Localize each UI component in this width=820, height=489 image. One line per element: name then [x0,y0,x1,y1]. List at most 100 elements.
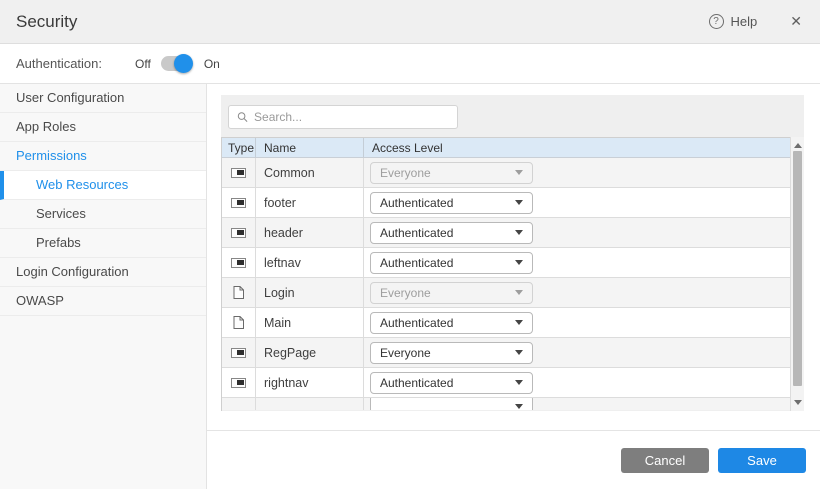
access-level-dropdown[interactable]: Authenticated [370,192,533,214]
authentication-bar: Authentication: Off On [0,44,820,84]
sidebar-item-services[interactable]: Services [0,200,206,229]
table-row: leftnav Authenticated [222,248,790,278]
type-cell [222,338,256,367]
resource-name: leftnav [256,248,364,277]
access-level-dropdown[interactable]: Authenticated [370,252,533,274]
type-cell [222,218,256,247]
chevron-down-icon [515,170,523,175]
access-level-dropdown[interactable]: Everyone [370,162,533,184]
access-level-cell: Authenticated [364,248,790,277]
help-link[interactable]: Help [731,14,758,29]
access-level-value: Authenticated [380,316,453,330]
sidebar-item-label: App Roles [16,119,76,134]
column-header-name: Name [256,138,364,157]
sidebar-item-permissions[interactable]: Permissions [0,142,206,171]
security-dialog: Security ? Help ✕ Authentication: Off On… [0,0,820,489]
partial-icon [231,168,246,178]
scroll-up-arrow-icon[interactable] [794,143,802,148]
page-icon [233,316,244,329]
sidebar-item-label: Login Configuration [16,264,129,279]
sidebar-item-prefabs[interactable]: Prefabs [0,229,206,258]
table-row [222,398,790,410]
authentication-label: Authentication: [16,56,102,71]
access-level-cell: Authenticated [364,368,790,397]
access-level-cell: Authenticated [364,308,790,337]
search-input[interactable] [254,110,449,124]
type-cell [222,188,256,217]
resource-name: rightnav [256,368,364,397]
access-level-cell: Authenticated [364,218,790,247]
column-header-type: Type [222,138,256,157]
type-cell [222,278,256,307]
partial-icon [231,378,246,388]
access-level-value: Everyone [380,346,431,360]
chevron-down-icon [515,404,523,409]
scroll-down-arrow-icon[interactable] [794,400,802,405]
table-row: header Authenticated [222,218,790,248]
header-actions: ? Help ✕ [709,13,802,30]
dialog-header: Security ? Help ✕ [0,0,820,44]
partial-icon [231,348,246,358]
access-level-dropdown[interactable]: Everyone [370,282,533,304]
action-footer: Cancel Save [207,430,820,489]
resource-name [256,398,364,410]
sidebar-item-login-configuration[interactable]: Login Configuration [0,258,206,287]
type-cell [222,158,256,187]
partial-icon [231,198,246,208]
access-level-cell: Everyone [364,278,790,307]
resource-name: Common [256,158,364,187]
access-level-cell: Authenticated [364,188,790,217]
resource-name: RegPage [256,338,364,367]
table-row: rightnav Authenticated [222,368,790,398]
cancel-button[interactable]: Cancel [621,448,709,473]
sidebar: User Configuration App Roles Permissions… [0,84,207,489]
resource-name: Main [256,308,364,337]
page-title: Security [16,12,77,32]
sidebar-item-label: Prefabs [36,235,81,250]
type-cell [222,308,256,337]
type-cell [222,368,256,397]
close-icon[interactable]: ✕ [790,13,802,30]
access-level-dropdown[interactable]: Everyone [370,342,533,364]
access-level-value: Everyone [380,166,431,180]
sidebar-item-label: User Configuration [16,90,124,105]
access-level-value: Authenticated [380,196,453,210]
toggle-off-label: Off [135,57,151,71]
scrollbar-thumb[interactable] [793,151,802,386]
sidebar-item-label: Permissions [16,148,87,163]
sidebar-item-label: Services [36,206,86,221]
table-row: Main Authenticated [222,308,790,338]
chevron-down-icon [515,380,523,385]
sidebar-item-app-roles[interactable]: App Roles [0,113,206,142]
column-header-access-level: Access Level [364,138,790,157]
table-row: Login Everyone [222,278,790,308]
access-level-value: Authenticated [380,226,453,240]
help-icon[interactable]: ? [709,14,724,29]
search-box [228,105,458,129]
table-row: RegPage Everyone [222,338,790,368]
access-level-dropdown[interactable]: Authenticated [370,222,533,244]
resource-name: footer [256,188,364,217]
page-icon [233,286,244,299]
type-cell [222,398,256,410]
sidebar-item-web-resources[interactable]: Web Resources [0,171,206,200]
resource-name: Login [256,278,364,307]
type-cell [222,248,256,277]
toggle-on-label: On [204,57,220,71]
sidebar-item-owasp[interactable]: OWASP [0,287,206,316]
access-level-dropdown[interactable]: Authenticated [370,372,533,394]
sidebar-item-user-configuration[interactable]: User Configuration [0,84,206,113]
chevron-down-icon [515,350,523,355]
chevron-down-icon [515,200,523,205]
chevron-down-icon [515,320,523,325]
access-level-cell: Everyone [364,338,790,367]
access-level-value: Everyone [380,286,431,300]
access-level-dropdown[interactable] [370,398,533,410]
authentication-toggle[interactable] [161,56,191,71]
vertical-scrollbar[interactable] [791,137,804,411]
table-header-row: Type Name Access Level [222,137,790,158]
access-level-dropdown[interactable]: Authenticated [370,312,533,334]
partial-icon [231,228,246,238]
save-button[interactable]: Save [718,448,806,473]
main-content: Type Name Access Level Common Everyone [207,84,820,489]
